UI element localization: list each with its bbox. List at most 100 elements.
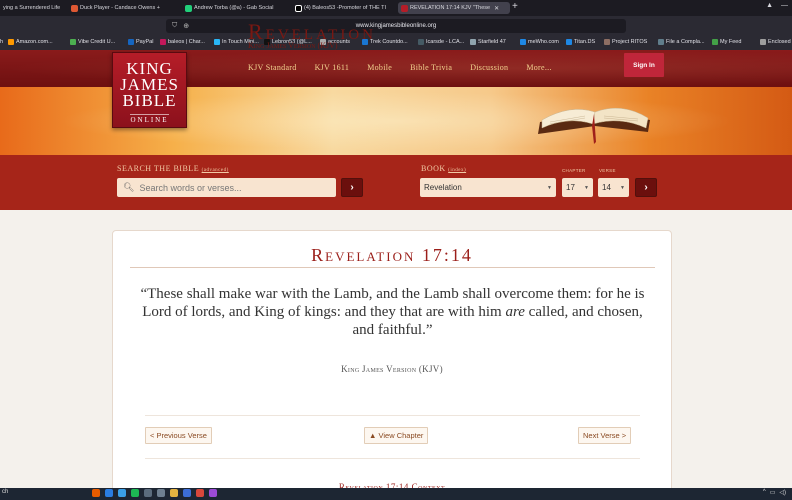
address-field[interactable]: ⛉ ⊕ www.kingjamesbibleonline.org xyxy=(166,19,626,33)
app-icon[interactable] xyxy=(183,489,191,497)
window-controls: ▲ — xyxy=(766,2,788,9)
bookmark-icon xyxy=(8,39,14,45)
bookmark-label: meWho.com xyxy=(528,39,559,45)
verse-text: “These shall make war with the Lamb, and… xyxy=(140,285,645,339)
folder-icon[interactable] xyxy=(170,489,178,497)
bookmark-label: Enclosed C xyxy=(768,39,792,45)
windows-taskbar: ch ^ ▭ ◁) xyxy=(0,488,792,500)
bookmark-item[interactable]: Vibe Credit U... xyxy=(70,39,115,45)
volume-icon[interactable]: ◁) xyxy=(779,489,786,496)
bookmark-item[interactable]: My Feed xyxy=(712,39,741,45)
app-icon[interactable] xyxy=(209,489,217,497)
close-icon[interactable]: ✕ xyxy=(494,5,499,12)
bookmark-item[interactable]: Enclosed C xyxy=(760,39,792,45)
app-icon[interactable] xyxy=(144,489,152,497)
bookmark-icon xyxy=(604,39,610,45)
site-logo[interactable]: KING JAMES BIBLE ONLINE xyxy=(112,52,187,128)
main-nav: KJV Standard KJV 1611 Mobile Bible Trivi… xyxy=(248,63,552,72)
nav-mobile[interactable]: Mobile xyxy=(367,63,392,72)
system-tray: ^ ▭ ◁) xyxy=(763,489,786,496)
book-select[interactable]: Revelation ▼ xyxy=(420,178,556,197)
tray-up-icon[interactable]: ^ xyxy=(763,489,766,496)
bookmarks-bar: h Amazon.com... Vibe Credit U... PayPal bale… xyxy=(0,36,792,50)
search-placeholder: Search words or verses... xyxy=(139,182,242,193)
url-text: www.kingjamesbibleonline.org xyxy=(355,23,437,29)
search-go-button[interactable]: › xyxy=(341,178,363,197)
taskbar-search-text[interactable]: ch xyxy=(2,489,8,495)
go-to-verse-button[interactable]: › xyxy=(635,178,657,197)
firefox-icon[interactable]: ▲ xyxy=(766,2,773,9)
nav-bible-trivia[interactable]: Bible Trivia xyxy=(410,63,452,72)
tab-label: Duck Player - Candace Owens + xyxy=(80,5,160,11)
verse-label: VERSE xyxy=(599,168,616,173)
browser-tab[interactable]: Andrew Torba (@a) - Gab Social xyxy=(182,2,284,14)
bookmark-item[interactable]: Starfield 47 xyxy=(470,39,506,45)
bookmark-item[interactable]: meWho.com xyxy=(520,39,559,45)
x-icon xyxy=(295,4,302,12)
nav-more[interactable]: More... xyxy=(526,63,551,72)
firefox-icon[interactable] xyxy=(92,489,100,497)
verse-text-italic: are xyxy=(505,304,525,320)
browser-tab[interactable]: Duck Player - Candace Owens + xyxy=(68,2,180,14)
tab-label: REVELATION 17:14 KJV "These xyxy=(410,5,491,11)
bookmark-item[interactable]: Icarsde - LCA... xyxy=(418,39,464,45)
bookmark-icon xyxy=(418,39,424,45)
bookmark-item[interactable]: baleos | Char... xyxy=(160,39,205,45)
bookmark-icon xyxy=(70,39,76,45)
new-tab-button[interactable]: + xyxy=(512,1,518,12)
view-chapter-button[interactable]: ▲ View Chapter xyxy=(364,427,429,444)
bookmark-icon xyxy=(520,39,526,45)
nav-kjv-standard[interactable]: KJV Standard xyxy=(248,63,297,72)
book-label-text: Book xyxy=(421,164,446,173)
chrome-icon[interactable] xyxy=(118,489,126,497)
duckduckgo-icon xyxy=(71,4,78,12)
minimize-icon[interactable]: — xyxy=(781,2,788,9)
chevron-down-icon: ▼ xyxy=(620,184,625,191)
taskbar-icons xyxy=(92,489,217,497)
search-icon: 🔍︎ xyxy=(123,182,135,192)
search-input[interactable]: 🔍︎ Search words or verses... xyxy=(117,178,336,197)
bookmark-item[interactable]: File a Compla... xyxy=(658,39,705,45)
bookmark-icon xyxy=(214,39,220,45)
bookmark-label: PayPal xyxy=(136,39,154,45)
chapter-select-value: 17 xyxy=(566,183,575,192)
advanced-search-link[interactable]: (advanced) xyxy=(202,168,229,173)
bookmark-item[interactable]: PayPal xyxy=(128,39,153,45)
tab-label: (4) Baleos53 -Promoter of THE TI xyxy=(304,5,387,11)
version-label: King James Version (KJV) xyxy=(341,364,443,374)
bookmark-item[interactable]: Amazon.com... xyxy=(8,39,53,45)
app-icon[interactable] xyxy=(157,489,165,497)
chapter-label: CHAPTER xyxy=(562,168,586,173)
browser-tab-active[interactable]: REVELATION 17:14 KJV "These ✕ xyxy=(398,2,510,14)
bookmark-icon xyxy=(760,39,766,45)
previous-verse-button[interactable]: < Previous Verse xyxy=(145,427,212,444)
sign-in-button[interactable]: Sign In xyxy=(624,53,664,77)
search-label: Search the Bible (advanced) xyxy=(117,164,229,173)
spotify-icon[interactable] xyxy=(131,489,139,497)
book-label: Book (index) xyxy=(421,164,466,173)
bookmark-label: Titan.DS xyxy=(574,39,596,45)
edge-icon[interactable] xyxy=(105,489,113,497)
next-verse-button[interactable]: Next Verse > xyxy=(578,427,632,444)
browser-tab-bar: ying a Surrendered Life Duck Player - Ca… xyxy=(0,0,792,16)
divider xyxy=(145,415,640,416)
open-bible-image xyxy=(538,107,650,144)
verse-select[interactable]: 14 ▼ xyxy=(598,178,629,197)
nav-discussion[interactable]: Discussion xyxy=(470,63,508,72)
verse-select-value: 14 xyxy=(602,183,611,192)
nav-kjv-1611[interactable]: KJV 1611 xyxy=(315,63,350,72)
chapter-select[interactable]: 17 ▼ xyxy=(562,178,593,197)
divider xyxy=(130,267,655,268)
index-link[interactable]: (index) xyxy=(448,168,466,173)
tab-label: ying a Surrendered Life xyxy=(3,5,61,11)
browser-tab[interactable]: (4) Baleos53 -Promoter of THE TI xyxy=(292,2,394,14)
bookmark-item[interactable]: Titan.DS xyxy=(566,39,595,45)
network-icon[interactable]: ▭ xyxy=(770,489,776,496)
bookmark-label: h xyxy=(0,39,4,45)
bookmark-item[interactable]: Project RITOS xyxy=(604,39,647,45)
app-icon[interactable] xyxy=(196,489,204,497)
bookmark-label: Icarsde - LCA... xyxy=(426,39,465,45)
browser-tab[interactable]: ying a Surrendered Life xyxy=(0,2,64,14)
bookmark-icon xyxy=(470,39,476,45)
bookmark-item[interactable]: h xyxy=(0,39,3,45)
